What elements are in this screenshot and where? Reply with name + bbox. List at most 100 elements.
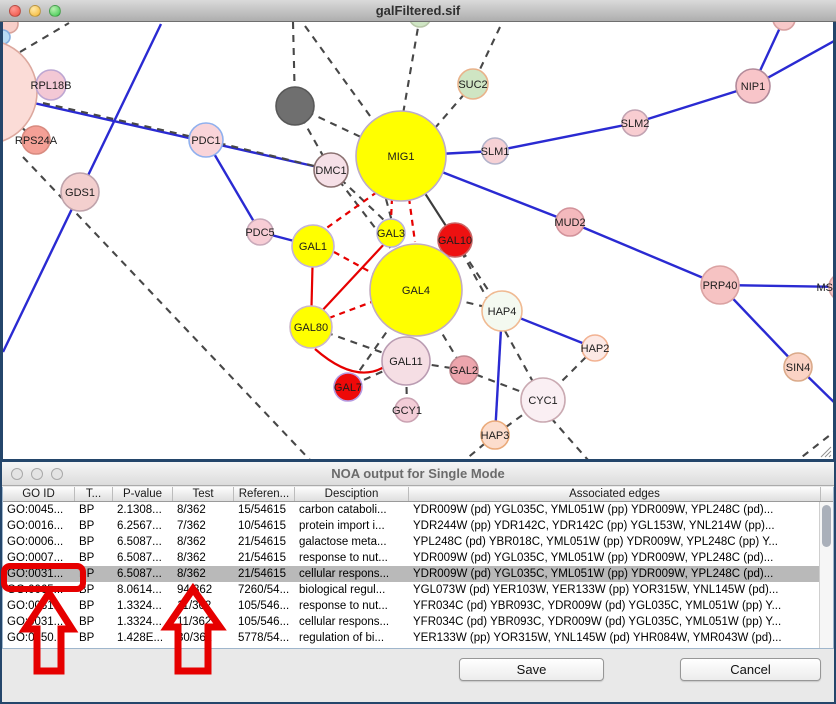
resize-grip[interactable] — [818, 444, 832, 458]
node-partial-top[interactable] — [773, 22, 795, 30]
close-button[interactable] — [9, 5, 21, 17]
column-header-pvalue[interactable]: P-value — [113, 487, 173, 501]
cell-test[interactable]: 11/362 — [173, 598, 234, 614]
column-header-test[interactable]: Test — [173, 487, 234, 501]
cell-description[interactable]: protein import i... — [295, 518, 409, 534]
table-row[interactable]: GO:0031...BP1.3324...11/362105/546...res… — [3, 598, 833, 614]
node-label-prp40: PRP40 — [703, 280, 738, 292]
edge-pp — [570, 222, 720, 285]
cancel-button[interactable]: Cancel — [680, 658, 821, 681]
cell-p_value[interactable]: 6.5087... — [113, 534, 173, 550]
cell-reference[interactable]: 21/54615 — [234, 566, 295, 582]
cell-reference[interactable]: 21/54615 — [234, 550, 295, 566]
cell-description[interactable]: galactose meta... — [295, 534, 409, 550]
cell-p_value[interactable]: 1.3324... — [113, 614, 173, 630]
network-canvas[interactable]: RPL18BRPS24AGDS1PDC1PDC5DMC1MIG1SUC2SLM1… — [3, 22, 833, 459]
noa-window-titlebar[interactable]: NOA output for Single Mode — [2, 462, 834, 486]
column-header-t[interactable]: T... — [75, 487, 113, 501]
cell-reference[interactable]: 10/54615 — [234, 518, 295, 534]
cell-go_id[interactable]: GO:0016... — [3, 518, 75, 534]
table-row[interactable]: GO:0050...BP1.428E...80/3625778/54...reg… — [3, 630, 833, 646]
minimize-button[interactable] — [29, 5, 41, 17]
close-button[interactable] — [11, 468, 23, 480]
cell-p_value[interactable]: 1.3324... — [113, 598, 173, 614]
column-header-associatededges[interactable]: Associated edges — [409, 487, 821, 501]
cell-go_id[interactable]: GO:0031... — [3, 566, 75, 582]
cell-test[interactable]: 8/362 — [173, 550, 234, 566]
cell-description[interactable]: cellular respons... — [295, 614, 409, 630]
cell-go_id[interactable]: GO:0007... — [3, 550, 75, 566]
cell-description[interactable]: response to nut... — [295, 550, 409, 566]
cell-test[interactable]: 94/362 — [173, 582, 234, 598]
cell-associated_edges[interactable]: YER133W (pp) YOR315W, YNL145W (pd) YHR08… — [409, 630, 821, 646]
cell-go_id[interactable]: GO:0031... — [3, 598, 75, 614]
cell-test[interactable]: 8/362 — [173, 502, 234, 518]
cell-test[interactable]: 8/362 — [173, 566, 234, 582]
cell-associated_edges[interactable]: YDR009W (pd) YGL035C, YML051W (pp) YDR00… — [409, 550, 821, 566]
cell-associated_edges[interactable]: YPL248C (pd) YBR018C, YML051W (pp) YDR00… — [409, 534, 821, 550]
vertical-scrollbar[interactable] — [819, 502, 833, 648]
table-row[interactable]: GO:0045...BP2.1308...8/36215/54615carbon… — [3, 502, 833, 518]
cell-associated_edges[interactable]: YFR034C (pd) YBR093C, YDR009W (pd) YGL03… — [409, 614, 821, 630]
cell-type[interactable]: BP — [75, 614, 113, 630]
graph-window-titlebar[interactable]: galFiltered.sif — [0, 0, 836, 22]
zoom-button[interactable] — [51, 468, 63, 480]
minimize-button[interactable] — [31, 468, 43, 480]
cell-type[interactable]: BP — [75, 566, 113, 582]
node-label-gal1: GAL1 — [299, 241, 327, 253]
zoom-button[interactable] — [49, 5, 61, 17]
save-button[interactable]: Save — [459, 658, 604, 681]
cell-associated_edges[interactable]: YDR244W (pp) YDR142C, YDR142C (pp) YGL15… — [409, 518, 821, 534]
node-gray[interactable] — [276, 87, 314, 125]
cell-associated_edges[interactable]: YDR009W (pd) YGL035C, YML051W (pp) YDR00… — [409, 566, 821, 582]
cell-p_value[interactable]: 6.2567... — [113, 518, 173, 534]
cell-test[interactable]: 11/362 — [173, 614, 234, 630]
cell-reference[interactable]: 105/546... — [234, 598, 295, 614]
cell-associated_edges[interactable]: YDR009W (pd) YGL035C, YML051W (pp) YDR00… — [409, 502, 821, 518]
cell-associated_edges[interactable]: YFR034C (pd) YBR093C, YDR009W (pd) YGL03… — [409, 598, 821, 614]
cell-type[interactable]: BP — [75, 582, 113, 598]
cell-p_value[interactable]: 2.1308... — [113, 502, 173, 518]
cell-go_id[interactable]: GO:0050... — [3, 630, 75, 646]
cell-p_value[interactable]: 6.5087... — [113, 550, 173, 566]
cell-type[interactable]: BP — [75, 550, 113, 566]
cell-go_id[interactable]: GO:0031... — [3, 614, 75, 630]
cell-reference[interactable]: 105/546... — [234, 614, 295, 630]
cell-go_id[interactable]: GO:0045... — [3, 502, 75, 518]
table-row[interactable]: GO:0031...BP6.5087...8/36221/54615cellul… — [3, 566, 833, 582]
cell-description[interactable]: cellular respons... — [295, 566, 409, 582]
cell-type[interactable]: BP — [75, 502, 113, 518]
cell-go_id[interactable]: GO:0006... — [3, 534, 75, 550]
cell-go_id[interactable]: GO:0065... — [3, 582, 75, 598]
cell-associated_edges[interactable]: YGL073W (pd) YER103W, YER133W (pp) YOR31… — [409, 582, 821, 598]
cell-type[interactable]: BP — [75, 534, 113, 550]
cell-p_value[interactable]: 6.5087... — [113, 566, 173, 582]
column-header-desciption[interactable]: Desciption — [295, 487, 409, 501]
cell-reference[interactable]: 5778/54... — [234, 630, 295, 646]
cell-reference[interactable]: 15/54615 — [234, 502, 295, 518]
cell-test[interactable]: 7/362 — [173, 518, 234, 534]
cell-test[interactable]: 80/362 — [173, 630, 234, 646]
table-row[interactable]: GO:0065...BP8.0614...94/3627260/54...bio… — [3, 582, 833, 598]
column-header-referen[interactable]: Referen... — [234, 487, 295, 501]
table-row[interactable]: GO:0006...BP6.5087...8/36221/54615galact… — [3, 534, 833, 550]
cell-description[interactable]: carbon cataboli... — [295, 502, 409, 518]
table-row[interactable]: GO:0031...BP1.3324...11/362105/546...cel… — [3, 614, 833, 630]
node-partial-green[interactable] — [409, 22, 431, 27]
column-header-goid[interactable]: GO ID — [3, 487, 75, 501]
cell-description[interactable]: regulation of bi... — [295, 630, 409, 646]
cell-reference[interactable]: 21/54615 — [234, 534, 295, 550]
node-partial-blue[interactable] — [3, 30, 10, 44]
scrollbar-thumb[interactable] — [822, 505, 831, 547]
cell-test[interactable]: 8/362 — [173, 534, 234, 550]
table-row[interactable]: GO:0007...BP6.5087...8/36221/54615respon… — [3, 550, 833, 566]
cell-type[interactable]: BP — [75, 598, 113, 614]
cell-type[interactable]: BP — [75, 518, 113, 534]
cell-p_value[interactable]: 8.0614... — [113, 582, 173, 598]
table-row[interactable]: GO:0016...BP6.2567...7/36210/54615protei… — [3, 518, 833, 534]
cell-reference[interactable]: 7260/54... — [234, 582, 295, 598]
cell-type[interactable]: BP — [75, 630, 113, 646]
cell-description[interactable]: biological regul... — [295, 582, 409, 598]
cell-description[interactable]: response to nut... — [295, 598, 409, 614]
cell-p_value[interactable]: 1.428E... — [113, 630, 173, 646]
